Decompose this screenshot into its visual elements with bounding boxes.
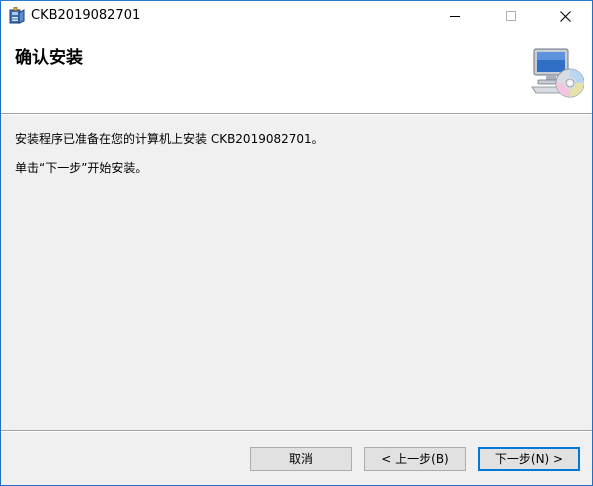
instruction-message: 单击“下一步”开始安装。 [15,161,148,175]
minimize-icon [450,16,460,17]
installer-package-icon [9,7,25,24]
title-bar[interactable]: CKB2019082701 [1,1,592,31]
page-title: 确认安装 [15,48,83,68]
footer-separator [1,430,592,432]
close-icon [559,10,571,22]
back-button[interactable]: < 上一步(B) [364,447,466,471]
next-button[interactable]: 下一步(N) > [478,447,580,471]
computer-cd-icon [531,48,584,98]
installer-window: CKB2019082701 确认安装 安装程序已准备在您的计算机上安装 CKB2… [0,0,593,486]
close-button[interactable] [542,1,588,31]
minimize-button[interactable] [432,1,478,31]
maximize-button[interactable] [488,1,534,31]
header-separator [1,113,592,115]
header-banner: 确认安装 [1,31,592,113]
window-title: CKB2019082701 [31,8,141,23]
cancel-button[interactable]: 取消 [250,447,352,471]
maximize-icon [506,11,516,21]
ready-message: 安装程序已准备在您的计算机上安装 CKB2019082701。 [15,132,324,146]
